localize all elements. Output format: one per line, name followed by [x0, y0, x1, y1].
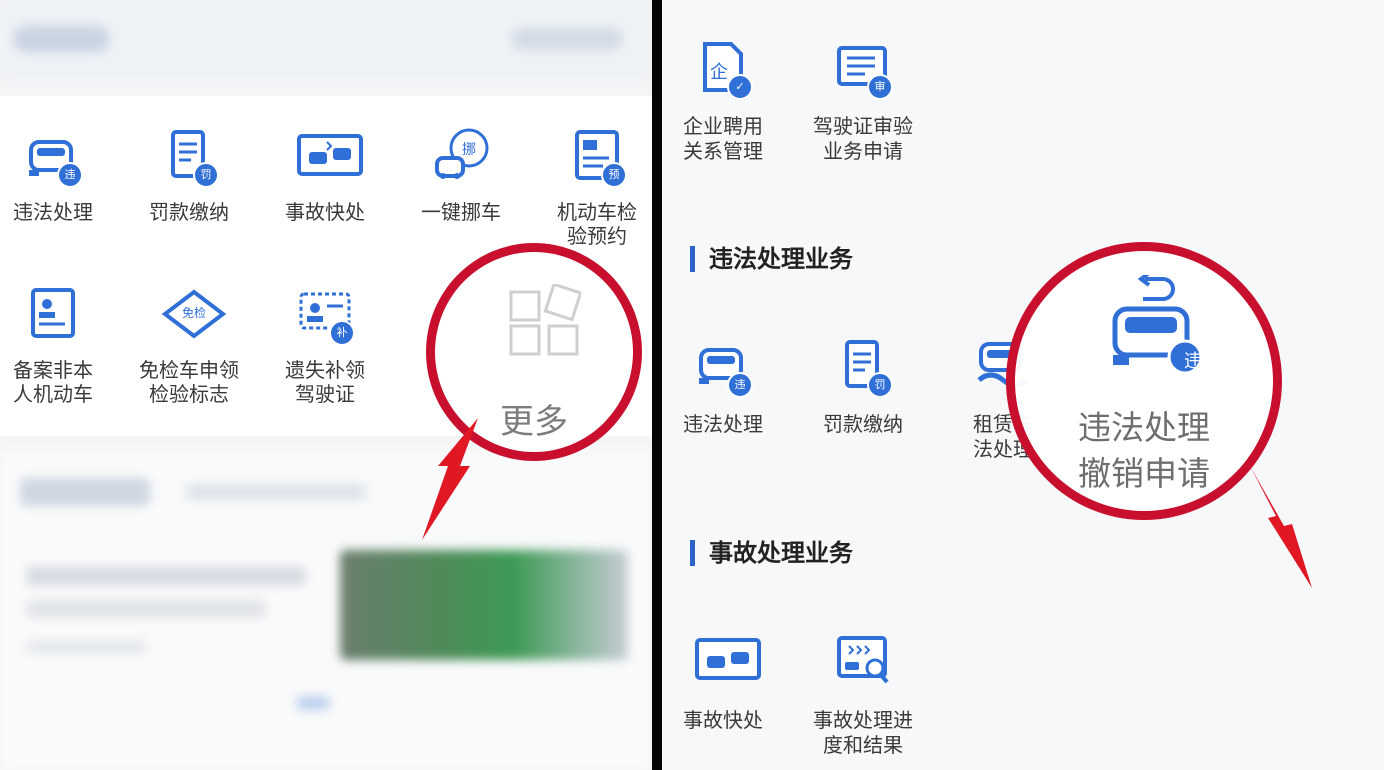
more-grid-icon: [509, 284, 581, 356]
badge: 违: [1184, 351, 1202, 372]
badge: 违: [57, 162, 83, 188]
violation-cancel-label: 违法处理 撤销申请: [1078, 408, 1210, 493]
tile-label: 驾驶证审验 业务申请: [813, 114, 913, 163]
pointer-arrow-icon: [1250, 466, 1312, 588]
tile-label: 罚款缴纳: [149, 200, 229, 224]
tile-license-review[interactable]: 审 驾驶证审验 业务申请: [788, 40, 938, 164]
tile-accident-progress[interactable]: 事故处理进 度和结果: [788, 634, 938, 758]
section-title-accident: 事故处理业务: [690, 540, 853, 566]
tile-label: 企业聘用 关系管理: [683, 114, 763, 163]
tile-license-replace[interactable]: 补 遗失补领 驾驶证: [260, 286, 390, 406]
tile-label: 违法处理: [13, 200, 93, 224]
badge: 违: [727, 372, 753, 398]
tile-label: 机动车检 验预约: [557, 200, 637, 248]
license-review-icon: 审: [835, 40, 893, 100]
badge: 免检: [181, 306, 206, 320]
exempt-tag-icon: 免检: [161, 286, 227, 342]
tile-label: 免检车申领 检验标志: [139, 358, 239, 406]
enterprise-doc-icon: 企 ✓: [695, 40, 753, 100]
tile-inspection-appointment[interactable]: 预 机动车检 验预约: [532, 128, 652, 248]
tile-exempt-sticker[interactable]: 免检 免检车申领 检验标志: [124, 286, 254, 406]
tile-violation-handling[interactable]: 违 违法处理: [662, 338, 798, 437]
car-icon: 违: [695, 338, 753, 398]
blurred-news-area: [0, 450, 652, 770]
tile-accident-quick[interactable]: 事故快处: [662, 634, 798, 733]
vehicle-record-icon: [25, 286, 81, 342]
tile-label: 罚款缴纳: [823, 412, 903, 436]
accident-photo-icon: [297, 128, 363, 184]
license-card-icon: 补: [297, 286, 355, 346]
svg-text:挪: 挪: [462, 142, 476, 158]
blurred-header: [0, 0, 652, 78]
tile-accident-quick[interactable]: 事故快处: [260, 128, 390, 224]
badge: 罚: [193, 162, 219, 188]
tile-fine-payment[interactable]: 罚 罚款缴纳: [124, 128, 254, 224]
check-icon: ✓: [727, 74, 753, 100]
svg-text:企: 企: [710, 62, 728, 83]
tile-label: 违法处理: [683, 412, 763, 436]
document-icon: 罚: [161, 128, 219, 188]
car-icon: 违: [25, 128, 83, 188]
tile-label: 事故快处: [285, 200, 365, 224]
badge: 审: [867, 74, 893, 100]
tile-vehicle-record[interactable]: 备案非本 人机动车: [0, 286, 118, 406]
accident-photo-icon: [695, 634, 761, 690]
tile-label: 备案非本 人机动车: [13, 358, 93, 406]
document-icon: 罚: [835, 338, 893, 398]
tile-label: 一键挪车: [421, 200, 501, 224]
tile-label: 遗失补领 驾驶证: [285, 358, 365, 406]
tile-label: 事故快处: [683, 708, 763, 732]
tile-violation-handling[interactable]: 违 违法处理: [0, 128, 118, 224]
section-title-violation: 违法处理业务: [690, 246, 853, 272]
pointer-arrow-icon: [422, 418, 478, 540]
tile-label: 事故处理进 度和结果: [813, 708, 913, 757]
badge: 补: [329, 320, 355, 346]
badge: 罚: [867, 372, 893, 398]
tile-move-car[interactable]: 挪 一键挪车: [396, 128, 526, 224]
accident-progress-icon: [835, 634, 891, 690]
tile-fine-payment[interactable]: 罚 罚款缴纳: [788, 338, 938, 437]
badge: 预: [601, 162, 627, 188]
panel-divider: [652, 0, 662, 770]
inspection-appointment-icon: 预: [569, 128, 627, 188]
tile-enterprise-employment[interactable]: 企 ✓ 企业聘用 关系管理: [662, 40, 798, 164]
move-car-icon: 挪: [433, 128, 489, 184]
